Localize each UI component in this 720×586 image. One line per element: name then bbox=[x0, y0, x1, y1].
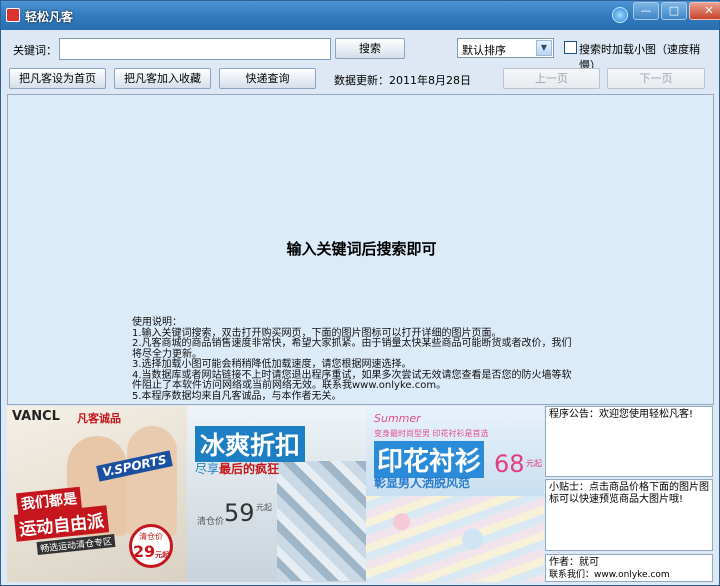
ad3-season: Summer bbox=[374, 412, 421, 425]
price-badge: 清仓价 29元起 bbox=[129, 524, 173, 568]
set-homepage-button[interactable]: 把凡客设为首页 bbox=[9, 68, 106, 89]
keyword-label: 关键词： bbox=[13, 44, 57, 57]
ad-banner-strip: VANCL 凡客诚品 V.SPORTS 我们都是 运动自由派 畅选运动清仓专区 … bbox=[7, 406, 544, 582]
ad-print-shirts[interactable]: Summer 变身最时尚型男 印花衬衫是首选 印花衬衫 彰显男人洒脱风范 68 … bbox=[366, 406, 544, 582]
ad2-price-label: 清仓价 bbox=[197, 517, 225, 527]
load-images-checkbox[interactable] bbox=[564, 41, 577, 54]
app-window: 轻松凡客 — □ ✕ 关键词： 搜索 默认排序 ▼ 搜索时加载小图（速度稍慢） … bbox=[0, 0, 720, 586]
price-value: 29元起 bbox=[132, 542, 170, 561]
usage-line: 件阻止了本软件访问网络或当前网络无效。联系我www.onlyke.com。 bbox=[132, 380, 447, 391]
printed-shirts-image bbox=[366, 496, 544, 582]
ad2-subline: 尽享最后的疯狂 bbox=[195, 462, 280, 476]
usage-line: 5.本程序数据均来自凡客诚品，与本作者无关。 bbox=[132, 390, 342, 402]
ad3-tagline: 变身最时尚型男 印花衬衫是首选 bbox=[374, 429, 489, 438]
usage-line: 2.凡客商城的商品销售速度非常快，希望大家抓紧。由于销量太快某些商品可能断货或者… bbox=[132, 338, 572, 349]
close-button[interactable]: ✕ bbox=[689, 2, 720, 20]
shirts-image bbox=[277, 461, 366, 581]
ad3-subline: 彰显男人洒脱风范 bbox=[374, 476, 471, 490]
skin-icon[interactable] bbox=[612, 7, 628, 23]
keyword-input[interactable] bbox=[59, 38, 331, 60]
app-icon bbox=[6, 8, 20, 22]
ad3-headline: 印花衬衫 bbox=[374, 441, 485, 478]
search-button[interactable]: 搜索 bbox=[335, 38, 405, 59]
contact-link[interactable]: 联系我们：www.onlyke.com bbox=[549, 569, 709, 581]
search-prompt: 输入关键词后搜索即可 bbox=[286, 240, 437, 258]
prev-page-button[interactable]: 上一页 bbox=[503, 68, 600, 89]
ad2-price: 59 bbox=[224, 499, 255, 527]
notice-box: 程序公告：欢迎您使用轻松凡客! bbox=[545, 406, 713, 477]
data-update-label: 数据更新：2011年8月28日 bbox=[334, 74, 471, 87]
main-client: 关键词： 搜索 默认排序 ▼ 搜索时加载小图（速度稍慢） 把凡客设为首页 把凡客… bbox=[4, 30, 716, 583]
ad2-headline: 冰爽折扣 bbox=[195, 426, 306, 462]
usage-line: 3.选择加载小图可能会稍稍降低加载速度，请您根据网速选择。 bbox=[132, 359, 412, 370]
maximize-button[interactable]: □ bbox=[661, 2, 687, 20]
quick-query-button[interactable]: 快递查询 bbox=[219, 68, 316, 89]
author-box: 作者：就可 联系我们：www.onlyke.com bbox=[545, 554, 713, 582]
ad-summer-discount[interactable]: 冰爽折扣 尽享最后的疯狂 清仓价 59 元起 bbox=[187, 406, 366, 582]
usage-title: 使用说明： bbox=[132, 317, 182, 328]
usage-instructions: 使用说明： 1.输入关键词搜索，双击打开购买网页，下面的图片图标可以打开详细的图… bbox=[132, 317, 602, 402]
window-title: 轻松凡客 bbox=[25, 10, 74, 24]
ad-vancl-sports[interactable]: VANCL 凡客诚品 V.SPORTS 我们都是 运动自由派 畅选运动清仓专区 … bbox=[7, 406, 187, 582]
model-image bbox=[127, 426, 177, 536]
author-label: 作者：就可 bbox=[549, 557, 599, 568]
ad3-price-unit: 元起 bbox=[526, 459, 542, 468]
ad2-price-unit: 元起 bbox=[256, 503, 272, 512]
vancl-logo-cn: 凡客诚品 bbox=[77, 412, 121, 425]
results-panel[interactable]: 输入关键词后搜索即可 使用说明： 1.输入关键词搜索，双击打开购买网页，下面的图… bbox=[7, 94, 714, 405]
sort-selected-value: 默认排序 bbox=[462, 44, 506, 57]
title-bar[interactable]: 轻松凡客 — □ ✕ bbox=[1, 1, 720, 30]
vancl-logo: VANCL bbox=[12, 409, 60, 424]
next-page-button[interactable]: 下一页 bbox=[607, 68, 705, 89]
ad3-price: 68 bbox=[494, 450, 525, 478]
add-favorite-button[interactable]: 把凡客加入收藏 bbox=[114, 68, 211, 89]
price-label: 清仓价 bbox=[139, 532, 163, 541]
minimize-button[interactable]: — bbox=[633, 2, 659, 20]
chevron-down-icon[interactable]: ▼ bbox=[536, 40, 552, 56]
sort-select[interactable]: 默认排序 ▼ bbox=[457, 38, 554, 58]
tip-box: 小贴士：点击商品价格下面的图片图标可以快速预览商品大图片哦! bbox=[545, 479, 713, 551]
